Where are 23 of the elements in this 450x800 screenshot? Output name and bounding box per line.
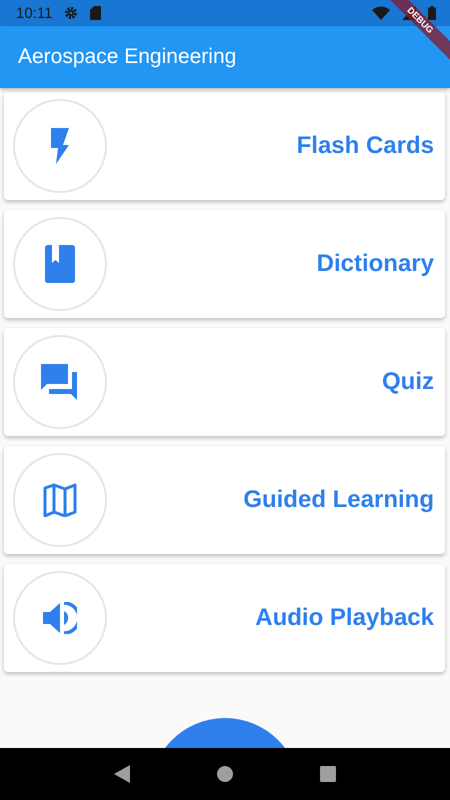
card-label: Dictionary [316,250,434,278]
card-label: Guided Learning [242,486,434,514]
recents-icon[interactable] [320,766,336,782]
menu-card[interactable]: Quiz [4,328,445,436]
sd-card-icon [90,6,102,20]
lightning-icon [50,128,70,164]
menu-card[interactable]: Audio Playback [4,564,445,672]
card-label: Quiz [381,368,434,396]
gear-icon [64,6,78,20]
wifi-icon [372,6,390,20]
card-label: Audio Playback [254,604,434,632]
menu-card[interactable]: Dictionary [4,210,445,318]
home-icon[interactable] [216,766,233,782]
back-icon[interactable] [114,765,130,783]
card-label: Flash Cards [296,132,434,160]
speaker-icon [43,602,77,634]
menu-card[interactable]: Flash Cards [4,92,445,200]
map-icon [43,483,77,517]
chat-bubbles-icon [41,364,79,400]
app-title: Aerospace Engineering [18,45,236,69]
menu-card[interactable]: Guided Learning [4,446,445,554]
book-icon [45,245,75,283]
status-time: 10:11 [16,4,52,22]
